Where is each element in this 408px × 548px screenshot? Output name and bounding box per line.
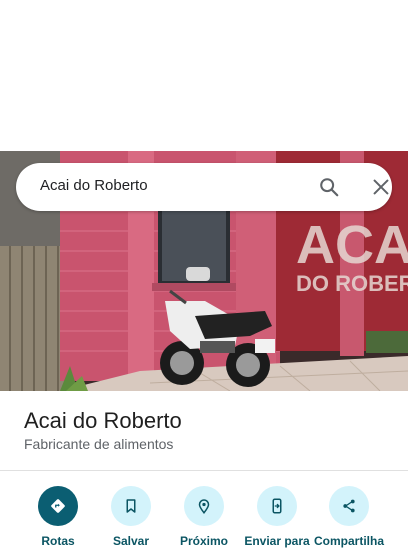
close-icon[interactable] — [370, 176, 392, 198]
search-bar[interactable]: Acai do Roberto — [16, 163, 392, 211]
save-button[interactable]: Salvar — [93, 486, 169, 548]
share-icon — [329, 486, 369, 526]
action-bar: Rotas Salvar Próximo Enviar para Compart… — [0, 486, 408, 548]
directions-button[interactable]: Rotas — [20, 486, 96, 548]
share-button[interactable]: Compartilha — [311, 486, 387, 548]
nearby-button[interactable]: Próximo — [166, 486, 242, 548]
send-to-phone-icon — [257, 486, 297, 526]
divider — [0, 470, 408, 471]
map-blank-area — [0, 0, 408, 151]
sign-text-small: DO ROBERT — [296, 271, 408, 296]
search-icon[interactable] — [318, 176, 340, 198]
sign-text-large: ACA — [296, 215, 408, 275]
search-input[interactable]: Acai do Roberto — [40, 177, 148, 194]
directions-icon — [38, 486, 78, 526]
share-label: Compartilha — [313, 534, 384, 548]
bookmark-icon — [111, 486, 151, 526]
nearby-icon — [184, 486, 224, 526]
send-to-phone-button[interactable]: Enviar para — [239, 486, 315, 548]
place-title: Acai do Roberto — [24, 408, 182, 433]
place-category: Fabricante de alimentos — [24, 436, 174, 452]
